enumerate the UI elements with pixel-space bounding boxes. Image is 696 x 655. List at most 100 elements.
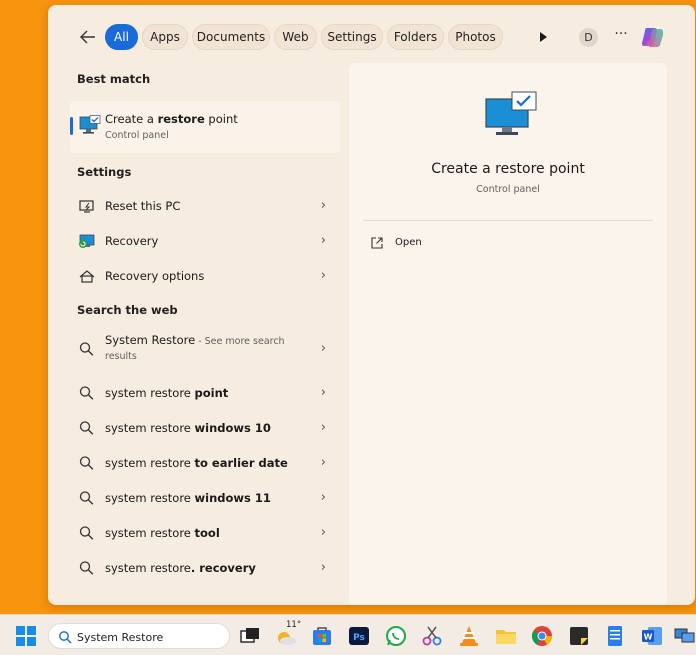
chevron-right-icon: › [320,198,326,213]
web-result[interactable]: system restore windows 10 › [70,412,340,444]
restore-point-monitor-icon [485,91,537,135]
tab-apps[interactable]: Apps [142,24,188,50]
web-result-label: system restore. recovery [105,561,256,575]
recovery-icon [79,234,95,248]
vlc-icon[interactable] [457,624,481,648]
chevron-right-icon: › [320,420,326,435]
open-external-icon [371,237,383,249]
web-result-label: system restore tool [105,526,220,540]
search-icon [79,491,94,505]
chevron-right-icon: › [320,490,326,505]
task-view-icon[interactable] [238,624,262,648]
settings-item-recovery[interactable]: Recovery › [70,225,340,257]
taskbar-search-box[interactable] [48,623,230,649]
search-icon [79,456,94,470]
more-options-label: ··· [614,26,628,42]
open-action[interactable]: Open [369,231,489,255]
settings-item-recovery-options[interactable]: Recovery options › [70,260,340,292]
windows-logo-icon [16,626,36,646]
windows-start-button[interactable] [16,626,36,646]
result-detail-pane: Create a restore point Control panel Ope… [349,63,667,605]
photoshop-icon[interactable]: Ps [347,624,371,648]
web-result-plain: system restore [105,526,195,540]
play-icon [540,32,547,42]
tab-folders[interactable]: Folders [387,24,444,50]
chevron-right-icon: › [320,560,326,575]
best-match-result[interactable]: Create a restore point Control panel [70,101,340,153]
see-more-label: - See more search [195,336,285,347]
web-result-bold: . recovery [190,561,256,575]
notepad-icon[interactable] [603,624,627,648]
web-result-bold: windows 10 [194,421,271,435]
web-result[interactable]: system restore tool › [70,517,340,549]
web-result-plain: system restore [105,561,191,575]
best-match-title-prefix: Create a [105,112,158,126]
arrow-left-icon [80,30,95,44]
chevron-right-icon: › [320,341,326,356]
results-list: Best match Create a restore point Contro… [48,63,348,605]
web-result-plain: system restore [105,386,195,400]
search-icon [59,631,72,644]
sticky-notes-icon[interactable] [567,624,591,648]
web-result[interactable]: system restore to earlier date › [70,447,340,479]
chevron-right-icon: › [320,525,326,540]
web-result-bold: windows 11 [194,491,271,505]
network-icon[interactable] [672,624,696,648]
chevron-right-icon: › [320,385,326,400]
more-filters-button[interactable] [535,29,551,45]
open-action-label: Open [395,237,422,248]
tab-documents[interactable]: Documents [192,24,270,50]
search-filter-bar: All Apps Documents Web Settings Folders … [48,5,695,63]
tab-apps-label: Apps [150,30,180,44]
web-result-system-restore[interactable]: System Restore - See more search results … [70,328,340,370]
tab-settings[interactable]: Settings [321,24,383,50]
web-result[interactable]: system restore point › [70,377,340,409]
search-icon [79,561,94,575]
store-icon[interactable] [310,624,334,648]
recovery-options-icon [79,270,95,283]
selection-indicator [70,117,73,135]
web-result-bold: to earlier date [194,456,288,470]
reset-pc-icon [79,200,94,213]
web-result-bold: point [194,386,229,400]
avatar-initial: D [584,31,593,44]
web-result-label: system restore to earlier date [105,456,288,470]
tab-settings-label: Settings [327,30,377,44]
settings-item-reset-pc[interactable]: Reset this PC › [70,190,340,222]
taskbar: 11° Ps W [0,614,696,655]
svg-text:W: W [644,633,653,642]
snipping-tool-icon[interactable] [420,624,444,648]
taskbar-search-input[interactable] [77,628,222,646]
web-result[interactable]: system restore. recovery › [70,552,340,584]
settings-item-label: Reset this PC [105,199,181,213]
tab-all[interactable]: All [105,24,138,50]
best-match-title-suffix: point [204,112,238,126]
settings-item-label: Recovery [105,234,159,248]
best-match-subtitle: Control panel [105,130,169,141]
see-more-line2: results [105,351,137,362]
tab-photos[interactable]: Photos [448,24,503,50]
whatsapp-icon[interactable] [384,624,408,648]
tab-web[interactable]: Web [274,24,317,50]
back-button[interactable] [76,25,100,49]
chevron-right-icon: › [320,455,326,470]
web-result-label: system restore point [105,386,228,400]
file-explorer-icon[interactable] [494,624,518,648]
search-icon [79,386,94,400]
copilot-icon[interactable] [640,24,666,50]
tab-photos-label: Photos [455,30,496,44]
web-result-plain: system restore [105,491,195,505]
web-result-label: System Restore - See more search results [105,333,285,362]
search-icon [79,342,94,356]
web-result-label: system restore windows 11 [105,491,271,505]
chevron-right-icon: › [320,233,326,248]
word-icon[interactable]: W [640,624,664,648]
chrome-icon[interactable] [530,624,554,648]
start-search-panel: All Apps Documents Web Settings Folders … [48,5,695,605]
more-options-button[interactable]: ··· [613,26,629,46]
tab-all-label: All [114,30,129,44]
search-web-heading: Search the web [77,303,178,317]
detail-title: Create a restore point [431,161,585,177]
web-result[interactable]: system restore windows 11 › [70,482,340,514]
account-avatar[interactable]: D [579,28,598,47]
